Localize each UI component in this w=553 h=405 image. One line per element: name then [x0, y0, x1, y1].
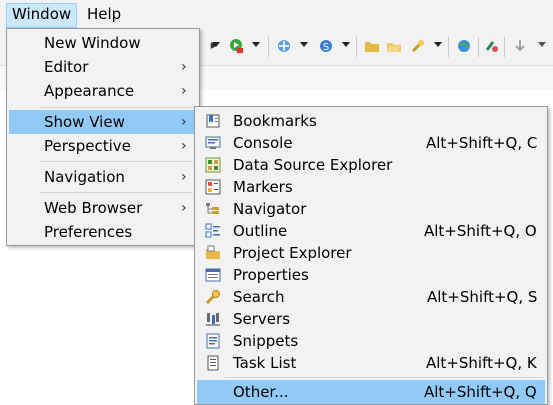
chevron-right-icon: ›: [181, 59, 187, 75]
bookmarks-icon: [205, 113, 221, 129]
chevron-right-icon: ›: [181, 169, 187, 185]
menu-item-label: Outline: [233, 222, 288, 240]
snippets-icon: [205, 333, 221, 349]
chevron-right-icon: ›: [181, 200, 187, 216]
markers-icon: [205, 179, 221, 195]
menu-separator: [225, 377, 543, 378]
menu-item-label: New Window: [44, 34, 141, 52]
menu-item-label: Search: [233, 288, 285, 306]
menu-item-appearance[interactable]: Appearance ›: [9, 79, 197, 103]
menu-item-servers[interactable]: Servers: [197, 307, 545, 331]
menu-item-label: Other...: [233, 383, 289, 401]
menu-item-label: Bookmarks: [233, 112, 317, 130]
menu-item-label: Task List: [233, 354, 297, 372]
shortcut-label: Alt+Shift+Q, Q: [424, 383, 537, 401]
menu-item-preferences[interactable]: Preferences: [9, 220, 197, 244]
search-icon: [205, 289, 221, 305]
run-external-icon[interactable]: [484, 38, 500, 54]
menu-bar: Window Help: [0, 0, 553, 29]
chevron-down-icon[interactable]: [434, 42, 442, 47]
toolbar-separator: [448, 37, 449, 57]
menu-item-project-explorer[interactable]: Project Explorer: [197, 241, 545, 265]
menu-separator: [40, 192, 193, 193]
menu-separator: [40, 161, 193, 162]
globe-icon[interactable]: [456, 38, 472, 54]
next-annotation-icon[interactable]: [512, 38, 528, 54]
menu-item-label: Snippets: [233, 332, 299, 350]
shortcut-label: Alt+Shift+Q, K: [426, 354, 537, 372]
menu-item-new-window[interactable]: New Window: [9, 31, 197, 55]
svg-text:S: S: [323, 42, 329, 53]
navigator-icon: [205, 201, 221, 217]
chevron-down-icon[interactable]: [212, 42, 220, 47]
menu-separator: [40, 107, 193, 108]
project-explorer-icon: [205, 245, 221, 261]
chevron-right-icon: ›: [181, 114, 187, 130]
shortcut-label: Alt+Shift+Q, S: [427, 288, 538, 306]
menu-item-markers[interactable]: Markers: [197, 175, 545, 199]
menu-item-label: Editor: [44, 58, 89, 76]
menu-item-label: Project Explorer: [233, 244, 352, 262]
menu-item-label: Web Browser: [44, 199, 143, 217]
chevron-down-icon[interactable]: [300, 42, 308, 47]
menu-item-label: Perspective: [44, 137, 131, 155]
menu-item-snippets[interactable]: Snippets: [197, 329, 545, 353]
menu-item-label: Navigator: [233, 200, 307, 218]
menu-item-label: Properties: [233, 266, 309, 284]
toolbar-separator: [356, 37, 357, 57]
menu-item-label: Markers: [233, 178, 293, 196]
menu-item-console[interactable]: Console Alt+Shift+Q, C: [197, 131, 545, 155]
menu-item-task-list[interactable]: Task List Alt+Shift+Q, K: [197, 351, 545, 375]
menu-item-label: Servers: [233, 310, 291, 328]
toolbar-separator: [504, 37, 505, 57]
chevron-down-icon[interactable]: [252, 42, 260, 47]
menu-item-data-source-explorer[interactable]: Data Source Explorer: [197, 153, 545, 177]
menu-item-label: Data Source Explorer: [233, 156, 393, 174]
open-folder-icon[interactable]: [364, 38, 380, 54]
menu-item-properties[interactable]: Properties: [197, 263, 545, 287]
chevron-down-icon[interactable]: [538, 42, 546, 47]
menu-item-label: Navigation: [44, 168, 125, 186]
menu-item-label: Appearance: [44, 82, 135, 100]
chevron-right-icon: ›: [181, 138, 187, 154]
menu-item-editor[interactable]: Editor ›: [9, 55, 197, 79]
open-file-icon[interactable]: [386, 38, 402, 54]
menu-item-outline[interactable]: Outline Alt+Shift+Q, O: [197, 219, 545, 243]
servers-icon: [205, 311, 221, 327]
window-menu: New Window Editor › Appearance › Show Vi…: [6, 28, 200, 246]
outline-icon: [205, 223, 221, 239]
menu-help[interactable]: Help: [82, 3, 126, 26]
new-service-icon[interactable]: S: [318, 38, 334, 54]
search-flashlight-icon[interactable]: [410, 38, 426, 54]
new-server-icon[interactable]: [276, 38, 292, 54]
chevron-right-icon: ›: [181, 83, 187, 99]
menu-item-search[interactable]: Search Alt+Shift+Q, S: [197, 285, 545, 309]
shortcut-label: Alt+Shift+Q, C: [426, 134, 538, 152]
toolbar-separator: [478, 37, 479, 57]
toolbar-separator: [268, 37, 269, 57]
menu-item-show-view[interactable]: Show View ›: [9, 110, 197, 134]
show-view-submenu: Bookmarks Console Alt+Shift+Q, C Data So…: [194, 106, 548, 405]
menu-item-other[interactable]: Other... Alt+Shift+Q, Q: [197, 380, 545, 404]
menu-item-label: Show View: [44, 113, 125, 131]
menu-item-navigation[interactable]: Navigation ›: [9, 165, 197, 189]
run-icon[interactable]: [228, 38, 244, 54]
menu-item-navigator[interactable]: Navigator: [197, 197, 545, 221]
menu-item-web-browser[interactable]: Web Browser ›: [9, 196, 197, 220]
properties-icon: [205, 267, 221, 283]
chevron-down-icon[interactable]: [342, 42, 350, 47]
data-source-explorer-icon: [205, 157, 221, 173]
menu-item-label: Console: [233, 134, 293, 152]
task-list-icon: [205, 355, 221, 371]
menu-item-bookmarks[interactable]: Bookmarks: [197, 109, 545, 133]
menu-window[interactable]: Window: [6, 3, 78, 28]
shortcut-label: Alt+Shift+Q, O: [424, 222, 537, 240]
menu-item-perspective[interactable]: Perspective ›: [9, 134, 197, 158]
menu-item-label: Preferences: [44, 223, 133, 241]
console-icon: [205, 135, 221, 151]
